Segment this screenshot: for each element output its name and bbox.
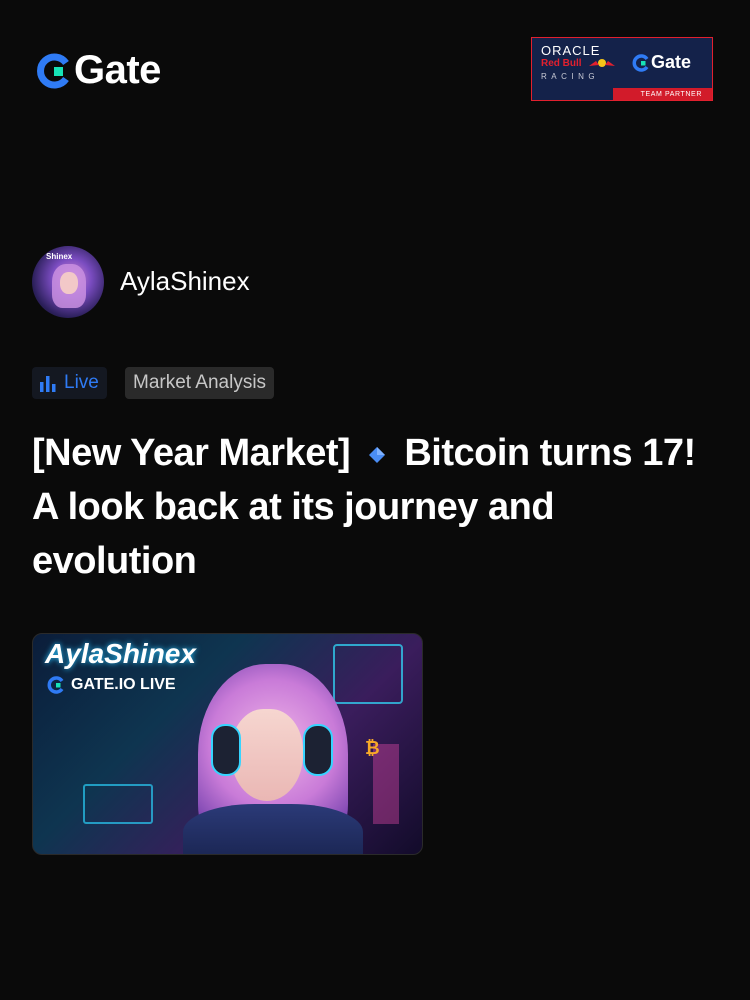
team-partner-text: TEAM PARTNER bbox=[640, 90, 702, 98]
neon-sign bbox=[333, 644, 403, 704]
headphones-icon bbox=[303, 724, 333, 776]
avatar-face bbox=[60, 272, 78, 294]
neon-sign bbox=[83, 784, 153, 824]
logo-text: Gate bbox=[74, 48, 161, 92]
post-title-part1: [New Year Market] bbox=[32, 432, 351, 474]
post-title[interactable]: [New Year Market] Bitcoin turns 17! A lo… bbox=[32, 426, 712, 588]
thumbnail-title: AylaShinex bbox=[45, 638, 196, 669]
diamond-icon bbox=[369, 446, 386, 463]
gate-logo-icon bbox=[47, 676, 64, 694]
avatar[interactable]: Shinex bbox=[32, 246, 104, 318]
live-tag-label: Live bbox=[64, 372, 99, 393]
category-tag-label: Market Analysis bbox=[133, 372, 267, 393]
partner-badge: ORACLE Red Bull RACING Gate TEAM PARTNER bbox=[531, 37, 713, 101]
bull-icon bbox=[587, 57, 617, 72]
partner-redbull-text: Red Bull bbox=[541, 58, 582, 69]
author-name[interactable]: AylaShinex bbox=[120, 266, 250, 297]
gate-logo-icon bbox=[632, 53, 649, 72]
partner-gate-logo: Gate bbox=[632, 52, 691, 73]
partner-gate-text: Gate bbox=[651, 52, 692, 72]
partner-oracle-text: ORACLE bbox=[541, 43, 601, 58]
headphones-icon bbox=[211, 724, 241, 776]
page: Gate ORACLE Red Bull RACING Gate TEAM PA… bbox=[0, 0, 750, 1000]
illustration-face bbox=[231, 709, 303, 801]
partner-racing-text: RACING bbox=[541, 72, 600, 81]
gate-logo-icon bbox=[37, 53, 69, 88]
avatar-tag: Shinex bbox=[46, 252, 73, 261]
illustration-body bbox=[183, 804, 363, 854]
gate-logo[interactable]: Gate bbox=[36, 48, 161, 93]
category-tag[interactable]: Market Analysis bbox=[125, 367, 275, 399]
thumbnail-live-label: GATE.IO LIVE bbox=[47, 676, 176, 694]
bitcoin-icon: ₿ bbox=[365, 738, 380, 758]
post-thumbnail[interactable]: ₿ AylaShinex GATE.IO LIVE bbox=[32, 633, 423, 855]
team-partner-strip: TEAM PARTNER bbox=[532, 88, 712, 100]
thumbnail-live-text: GATE.IO LIVE bbox=[71, 676, 176, 693]
bar-chart-icon bbox=[40, 376, 56, 392]
live-tag[interactable]: Live bbox=[32, 367, 107, 399]
